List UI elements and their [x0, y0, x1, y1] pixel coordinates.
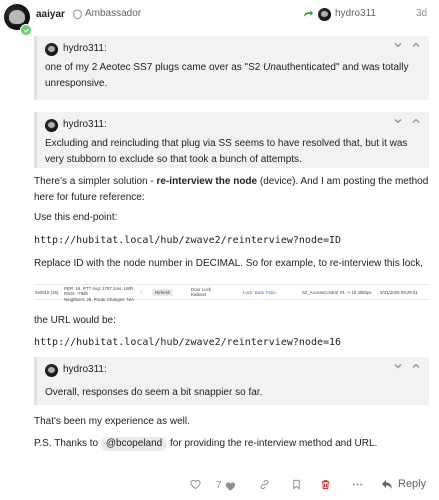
go-to-quoted-post-icon[interactable]	[411, 116, 421, 126]
quote-block: hydro311: Overall, responses do seem a b…	[34, 357, 429, 405]
reply-label: Reply	[398, 478, 427, 490]
user-role: Ambassador	[72, 7, 141, 22]
security-level: S2_AccessControl	[302, 290, 339, 295]
user-mention[interactable]: @bcopeland	[100, 437, 168, 451]
reply-to-indicator[interactable]: hydro311	[303, 7, 376, 22]
check-icon: ✓	[140, 289, 144, 294]
last-activity: 3/31/2025 09:26:51	[380, 290, 418, 295]
like-button[interactable]	[190, 479, 201, 490]
device-link: Lock: Back Patio	[243, 290, 276, 295]
device-row-image: 0x0010 (16) PER: 16, RTT Avg: 1787.1ms, …	[34, 284, 429, 302]
quote-avatar	[45, 363, 58, 377]
post-header: aaiyar Ambassador hydro311 3d	[0, 0, 439, 36]
shield-icon	[73, 9, 82, 20]
delete-button[interactable]	[320, 479, 331, 490]
go-to-quoted-post-icon[interactable]	[411, 361, 421, 371]
copy-link-button[interactable]	[259, 479, 270, 490]
route-info: 01 -> 10 40kbps	[340, 290, 372, 295]
quote-author: hydro311:	[63, 119, 107, 130]
code-endpoint: http://hubitat.local/hub/zwave2/reinterv…	[34, 235, 342, 246]
role-label: Ambassador	[85, 8, 142, 19]
quote-controls	[393, 361, 421, 371]
more-options-button[interactable]	[352, 479, 363, 490]
trash-icon	[321, 480, 330, 490]
go-to-quoted-post-icon[interactable]	[411, 40, 421, 50]
device-type: Door Lock Kwikset	[191, 287, 212, 298]
quote-avatar	[45, 118, 58, 132]
post-paragraph: Use this end-point:	[34, 212, 118, 223]
post-paragraph: P.S. Thanks to @bcopeland for providing …	[34, 437, 378, 451]
heart-icon	[190, 479, 201, 490]
post-paragraph: Replace ID with the node number in DECIM…	[34, 258, 424, 269]
ellipsis-icon	[352, 483, 363, 486]
quote-block: hydro311: one of my 2 Aeotec SS7 plugs c…	[34, 36, 429, 100]
bookmark-button[interactable]	[291, 479, 302, 490]
quote-author: hydro311:	[63, 43, 107, 54]
quote-block: hydro311: Excluding and reincluding that…	[34, 112, 429, 168]
quote-avatar	[45, 42, 58, 56]
flair-badge-icon	[20, 24, 32, 36]
reply-icon	[382, 480, 392, 490]
post-actions: 7 Reply	[0, 470, 439, 500]
heart-icon	[225, 482, 235, 491]
post-date[interactable]: 3d	[416, 7, 427, 22]
refresh-button: Refresh	[152, 289, 174, 297]
expand-quote-icon[interactable]	[393, 40, 403, 50]
expand-quote-icon[interactable]	[393, 361, 403, 371]
bookmark-icon	[293, 479, 300, 490]
reply-button[interactable]: Reply	[381, 477, 426, 493]
like-count[interactable]: 7	[216, 479, 236, 494]
quote-title: hydro311:	[45, 118, 107, 133]
link-icon	[260, 479, 269, 490]
quote-title: hydro311:	[45, 42, 107, 57]
quote-body: one of my 2 Aeotec SS7 plugs came over a…	[45, 62, 409, 89]
post-paragraph: That's been my experience as well.	[34, 416, 190, 427]
post-paragraph: the URL would be:	[34, 315, 116, 326]
quote-author: hydro311:	[63, 364, 107, 375]
reply-arrow-icon	[303, 9, 314, 19]
quote-body: Excluding and reincluding that plug via …	[45, 138, 408, 165]
reply-to-avatar	[318, 7, 331, 21]
quote-controls	[393, 116, 421, 126]
quote-controls	[393, 40, 421, 50]
node-stats: PER: 16, RTT Avg: 1787.1ms, LWR RSSI: -7…	[64, 286, 135, 302]
post-paragraph: There's a simpler solution - re-intervie…	[34, 176, 429, 203]
username[interactable]: aaiyar	[36, 8, 65, 23]
code-endpoint: http://hubitat.local/hub/zwave2/reinterv…	[34, 337, 342, 348]
reply-to-username: hydro311	[335, 8, 376, 19]
quote-title: hydro311:	[45, 363, 107, 378]
node-id: 0x0010 (16)	[35, 290, 59, 295]
quote-body: Overall, responses do seem a bit snappie…	[45, 387, 263, 398]
expand-quote-icon[interactable]	[393, 116, 403, 126]
